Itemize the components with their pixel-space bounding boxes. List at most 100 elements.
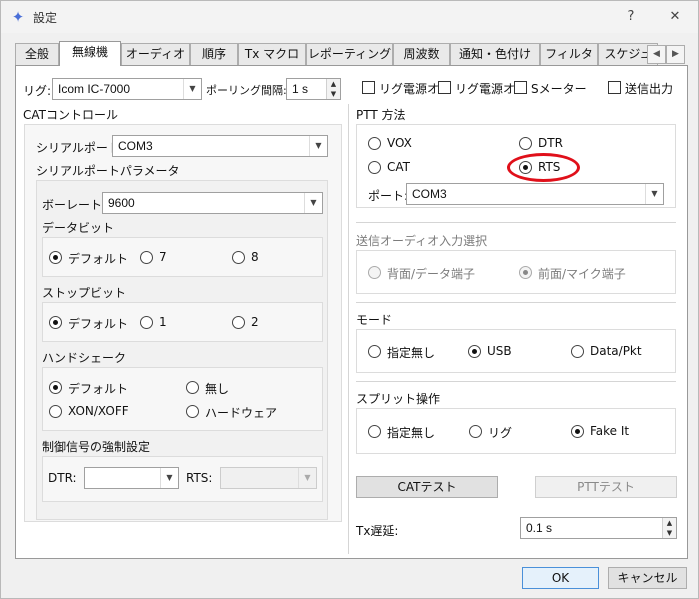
radio-dot — [140, 251, 153, 264]
mode-none-radio[interactable]: 指定無し — [368, 344, 448, 360]
rig-power-off-checkbox[interactable]: リグ電源オ — [438, 80, 515, 96]
tab-radio[interactable]: 無線機 — [59, 41, 121, 66]
radio-label: VOX — [387, 136, 412, 150]
stop-bits-2-radio[interactable]: 2 — [232, 315, 272, 331]
close-button[interactable]: ✕ — [657, 5, 693, 29]
spin-down-icon[interactable]: ▼ — [662, 528, 676, 538]
split-rig-radio[interactable]: リグ — [469, 424, 529, 440]
tab-scroll-right-icon[interactable]: ▶ — [666, 45, 685, 64]
mode-usb-radio[interactable]: USB — [468, 344, 528, 360]
help-button[interactable]: ? — [613, 5, 649, 29]
radio-label: 無し — [205, 382, 230, 396]
data-bits-7-radio[interactable]: 7 — [140, 250, 180, 266]
dtr-select[interactable]: ▼ — [84, 467, 179, 489]
window-title: 設定 — [33, 11, 58, 25]
tab-tx-macros[interactable]: Tx マクロ — [238, 43, 306, 65]
audio-rear-radio[interactable]: 背面/データ端子 — [368, 265, 488, 281]
divider — [356, 222, 676, 223]
radio-dot — [186, 405, 199, 418]
radio-label: 1 — [159, 315, 167, 329]
radio-label: デフォルト — [68, 252, 129, 266]
handshake-default-radio[interactable]: デフォルト — [49, 380, 139, 396]
spin-up-icon[interactable]: ▲ — [326, 79, 340, 89]
cat-control-title: CATコントロール — [23, 108, 118, 122]
baud-label: ボーレート: — [42, 198, 107, 212]
data-bits-default-radio[interactable]: デフォルト — [49, 250, 139, 266]
ptt-cat-radio[interactable]: CAT — [368, 160, 428, 176]
split-none-radio[interactable]: 指定無し — [368, 424, 448, 440]
s-meter-checkbox[interactable]: Sメーター — [514, 80, 587, 96]
data-bits-8-radio[interactable]: 8 — [232, 250, 272, 266]
radio-dot — [186, 381, 199, 394]
tx-delay-spinbox[interactable]: 0.1 s ▲ ▼ — [520, 517, 677, 539]
chevron-down-icon: ▼ — [309, 136, 327, 156]
radio-dot — [368, 425, 381, 438]
tab-reporting[interactable]: レポーティング — [306, 43, 393, 65]
tab-notifications[interactable]: 通知・色付け — [450, 43, 540, 65]
stop-bits-1-radio[interactable]: 1 — [140, 315, 180, 331]
checkbox-box — [608, 81, 621, 94]
radio-label: 前面/マイク端子 — [538, 267, 626, 281]
radio-label: 指定無し — [387, 426, 436, 440]
radio-label: 背面/データ端子 — [387, 267, 476, 281]
settings-window: ✦ 設定 ? ✕ 全般 無線機 オーディオ 順序 Tx マクロ レポーティング … — [0, 0, 699, 599]
handshake-group — [42, 367, 323, 431]
radio-label: デフォルト — [68, 382, 129, 396]
tab-general[interactable]: 全般 — [15, 43, 59, 65]
radio-dot — [519, 266, 532, 279]
chevron-down-icon: ▼ — [298, 468, 316, 488]
rts-select[interactable]: ▼ — [220, 467, 317, 489]
radio-label: Fake It — [590, 424, 630, 438]
radio-dot — [571, 425, 584, 438]
stop-bits-default-radio[interactable]: デフォルト — [49, 315, 139, 331]
ptt-dtr-radio[interactable]: DTR — [519, 136, 579, 152]
radio-label: 指定無し — [387, 346, 436, 360]
handshake-title: ハンドシェーク — [42, 351, 127, 365]
rig-label: リグ: — [23, 84, 52, 98]
cat-test-button[interactable]: CATテスト — [356, 476, 498, 498]
mode-title: モード — [356, 313, 393, 327]
tx-power-checkbox[interactable]: 送信出力 — [608, 80, 678, 96]
rig-power-off-label: リグ電源オ — [455, 82, 516, 96]
radio-label: DTR — [538, 136, 563, 150]
cancel-button[interactable]: キャンセル — [608, 567, 687, 589]
tab-sequence[interactable]: 順序 — [190, 43, 238, 65]
radio-dot — [49, 405, 62, 418]
serial-params-title: シリアルポートパラメータ — [36, 164, 180, 178]
ptt-vox-radio[interactable]: VOX — [368, 136, 428, 152]
tab-audio[interactable]: オーディオ — [121, 43, 190, 65]
data-bits-title: データビット — [42, 221, 115, 235]
ptt-test-button[interactable]: PTTテスト — [535, 476, 677, 498]
radio-dot — [49, 381, 62, 394]
serial-port-value: COM3 — [118, 139, 153, 153]
tab-scroll-left-icon[interactable]: ◀ — [647, 45, 666, 64]
baud-value: 9600 — [108, 196, 135, 210]
tab-filters[interactable]: フィルタ — [540, 43, 598, 65]
radio-label: ハードウェア — [205, 406, 278, 420]
split-fake-it-radio[interactable]: Fake It — [571, 424, 651, 440]
rts-label: RTS: — [186, 471, 213, 485]
radio-dot — [468, 345, 481, 358]
ptt-port-select[interactable]: COM3 ▼ — [406, 183, 664, 205]
rig-select[interactable]: Icom IC-7000 ▼ — [52, 78, 202, 100]
baud-rate-select[interactable]: 9600 ▼ — [102, 192, 323, 214]
tab-frequencies[interactable]: 周波数 — [393, 43, 450, 65]
serial-port-select[interactable]: COM3 ▼ — [112, 135, 328, 157]
spin-up-icon[interactable]: ▲ — [662, 518, 676, 528]
polling-interval-spinbox[interactable]: 1 s ▲ ▼ — [286, 78, 341, 100]
rig-power-on-checkbox[interactable]: リグ電源オ — [362, 80, 439, 96]
radio-dot — [49, 251, 62, 264]
handshake-none-radio[interactable]: 無し — [186, 380, 246, 396]
radio-label: 8 — [251, 250, 259, 264]
radio-dot — [368, 266, 381, 279]
radio-dot — [368, 161, 381, 174]
spin-down-icon[interactable]: ▼ — [326, 89, 340, 99]
handshake-xonxoff-radio[interactable]: XON/XOFF — [49, 404, 149, 420]
radio-label: Data/Pkt — [590, 344, 642, 358]
radio-label: リグ — [488, 426, 513, 440]
audio-front-radio[interactable]: 前面/マイク端子 — [519, 265, 639, 281]
handshake-hardware-radio[interactable]: ハードウェア — [186, 404, 286, 420]
mode-data-pkt-radio[interactable]: Data/Pkt — [571, 344, 651, 360]
column-divider — [348, 104, 349, 554]
ok-button[interactable]: OK — [522, 567, 599, 589]
